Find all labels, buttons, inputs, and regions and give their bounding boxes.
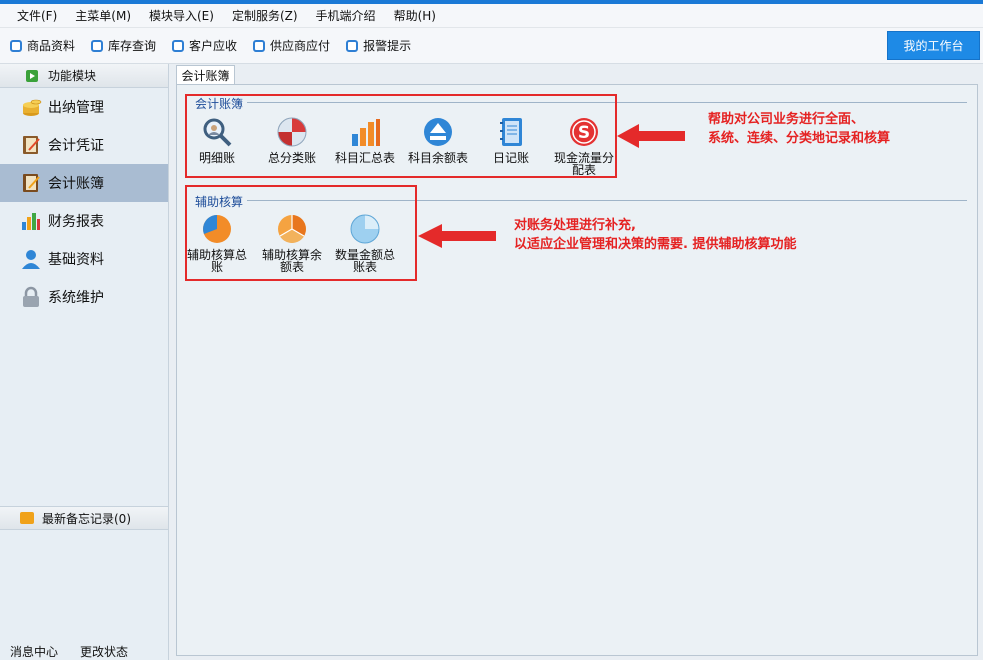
annotation-aux: 对账务处理进行补充, 以适应企业管理和决策的需要. 提供辅助核算功能 <box>514 218 797 252</box>
quick-toolbar: 商品资料 库存查询 客户应收 供应商应付 报警提示 <box>0 28 983 64</box>
menu-main[interactable]: 主菜单(M) <box>66 7 140 24</box>
bar-chart-icon <box>20 210 42 232</box>
user-icon <box>20 248 42 270</box>
tool-goods[interactable]: 商品资料 <box>10 37 75 54</box>
arrow-left-icon <box>418 224 496 248</box>
sidebar-item-maintenance[interactable]: 系统维护 <box>0 278 168 316</box>
status-bar: 消息中心 更改状态 <box>0 642 170 660</box>
tool-receivable[interactable]: 客户应收 <box>172 37 237 54</box>
sidebar-item-ledger[interactable]: 会计账簿 <box>0 164 168 202</box>
sidebar-item-reports[interactable]: 财务报表 <box>0 202 168 240</box>
highlight-box-aux <box>185 185 417 281</box>
menu-module-import[interactable]: 模块导入(E) <box>140 7 223 24</box>
arrow-left-icon <box>617 124 685 148</box>
module-header: 功能模块 <box>0 64 168 88</box>
sidebar: 功能模块 出纳管理 会计凭证 会计账簿 财务报表 基础资料 系统维护 最新备忘记… <box>0 64 169 660</box>
ledger-icon <box>20 172 42 194</box>
play-icon <box>26 69 38 82</box>
menu-help[interactable]: 帮助(H) <box>385 7 445 24</box>
tool-payable[interactable]: 供应商应付 <box>253 37 330 54</box>
menu-custom-service[interactable]: 定制服务(Z) <box>223 7 307 24</box>
sidebar-item-voucher[interactable]: 会计凭证 <box>0 126 168 164</box>
checkbox-icon <box>10 39 22 52</box>
change-status-link[interactable]: 更改状态 <box>80 643 128 660</box>
menu-file[interactable]: 文件(F) <box>8 7 66 24</box>
highlight-box-ledger <box>185 94 617 178</box>
checkbox-icon <box>172 39 185 52</box>
my-workbench-button[interactable]: 我的工作台 <box>887 31 980 60</box>
tool-inventory[interactable]: 库存查询 <box>91 37 156 54</box>
sidebar-item-basic-data[interactable]: 基础资料 <box>0 240 168 278</box>
tool-alert[interactable]: 报警提示 <box>346 37 411 54</box>
message-center-link[interactable]: 消息中心 <box>10 643 58 660</box>
checkbox-icon <box>253 39 266 52</box>
sidebar-item-cashier[interactable]: 出纳管理 <box>0 88 168 126</box>
lock-icon <box>20 286 42 308</box>
memo-bar[interactable]: 最新备忘记录(0) <box>0 506 168 530</box>
coins-icon <box>20 96 42 118</box>
checkbox-icon <box>91 39 104 52</box>
tab-ledger[interactable]: 会计账簿 <box>176 65 235 84</box>
annotation-ledger: 帮助对公司业务进行全面、 系统、连续、分类地记录和核算 <box>708 112 891 146</box>
menu-bar: 文件(F) 主菜单(M) 模块导入(E) 定制服务(Z) 手机端介绍 帮助(H) <box>0 4 983 28</box>
checkbox-icon <box>346 39 359 52</box>
notebook-icon <box>20 134 42 156</box>
menu-mobile[interactable]: 手机端介绍 <box>307 7 385 24</box>
speaker-icon <box>20 512 34 524</box>
